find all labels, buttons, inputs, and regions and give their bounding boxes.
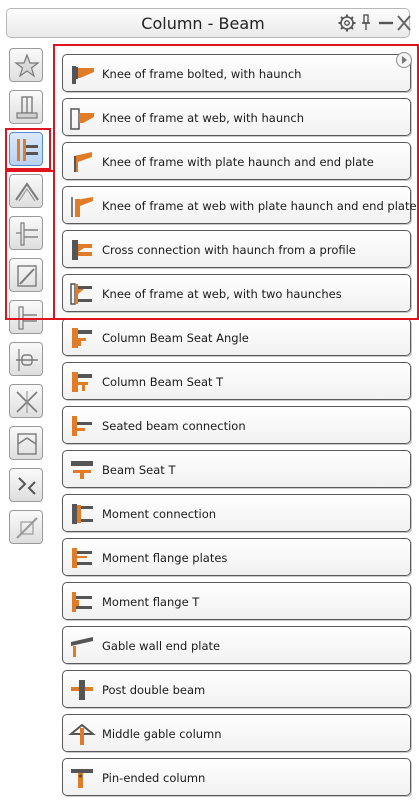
category-favorites[interactable]	[9, 48, 43, 82]
category-column-base[interactable]	[9, 90, 43, 124]
connection-item[interactable]: Knee of frame bolted, with haunch	[62, 54, 411, 92]
category-column-beam[interactable]	[9, 132, 43, 166]
frame-connection-icon	[17, 433, 37, 455]
connection-item[interactable]: Moment connection	[62, 494, 411, 532]
connection-item-label: Post double beam	[102, 683, 206, 697]
connection-item[interactable]: Cross connection with haunch from a prof…	[62, 230, 411, 268]
disabled-tools-icon	[16, 517, 38, 539]
close-icon[interactable]	[395, 13, 415, 33]
category-transform[interactable]	[9, 468, 43, 502]
connection-item[interactable]: Moment flange T	[62, 582, 411, 620]
favorites-star-icon	[14, 53, 40, 78]
connection-item-label: Knee of frame with plate haunch and end …	[102, 155, 374, 169]
cross-connection-haunch-icon	[68, 236, 96, 264]
connection-list[interactable]: Knee of frame bolted, with haunch Knee of…	[56, 44, 419, 802]
moment-flange-t-icon	[68, 588, 96, 616]
connection-item[interactable]: Gable wall end plate	[62, 626, 411, 664]
title-bar: Column - Beam	[6, 8, 411, 38]
connection-item[interactable]: Column Beam Seat T	[62, 362, 411, 400]
connection-item[interactable]: Pin-ended column	[62, 758, 411, 796]
connection-item-label: Moment flange T	[102, 595, 200, 609]
connection-item[interactable]: Beam Seat T	[62, 450, 411, 488]
connection-item-label: Middle gable column	[102, 727, 222, 741]
beam-seat-t-icon	[68, 456, 96, 484]
category-tube[interactable]	[9, 342, 43, 376]
beam-splice-icon	[16, 222, 38, 246]
moment-connection-icon	[68, 500, 96, 528]
column-base-icon	[16, 96, 38, 119]
connection-item-label: Moment flange plates	[102, 551, 228, 565]
seat-angle-icon	[68, 324, 96, 352]
category-beam-splice[interactable]	[9, 216, 43, 250]
gable-wall-end-plate-icon	[68, 632, 96, 660]
apex-icon	[15, 182, 39, 202]
connection-item[interactable]: Knee of frame at web, with haunch	[62, 98, 411, 136]
connection-item-label: Knee of frame at web with plate haunch a…	[102, 199, 417, 213]
connection-item[interactable]: Knee of frame with plate haunch and end …	[62, 142, 411, 180]
connection-item-label: Knee of frame bolted, with haunch	[102, 67, 302, 81]
knee-web-plate-haunch-icon	[68, 192, 96, 220]
knee-two-haunches-icon	[68, 280, 96, 308]
connection-item-label: Beam Seat T	[102, 463, 176, 477]
pin-icon[interactable]	[359, 13, 379, 33]
connection-item-label: Column Beam Seat Angle	[102, 331, 249, 345]
connection-item[interactable]: Moment flange plates	[62, 538, 411, 576]
connection-item[interactable]: Column Beam Seat Angle	[62, 318, 411, 356]
category-bracing[interactable]	[9, 258, 43, 292]
connection-item-label: Knee of frame at web, with haunch	[102, 111, 305, 125]
bracing-icon	[17, 265, 37, 287]
connection-item-label: Moment connection	[102, 507, 217, 521]
knee-web-haunch-icon	[68, 104, 96, 132]
category-sidebar	[6, 44, 46, 564]
transform-arrows-icon	[18, 477, 36, 495]
beam-beam-icon	[18, 306, 37, 330]
tube-connection-icon	[16, 349, 38, 371]
connection-item-label: Seated beam connection	[102, 419, 246, 433]
connection-item-label: Column Beam Seat T	[102, 375, 224, 389]
category-beam-beam[interactable]	[9, 300, 43, 334]
connection-item-label: Knee of frame at web, with two haunches	[102, 287, 342, 301]
cross-bracing-icon	[16, 391, 38, 413]
knee-plate-haunch-icon	[68, 148, 96, 176]
pin-ended-column-icon	[68, 764, 96, 792]
minimize-icon[interactable]	[377, 13, 397, 33]
connection-item[interactable]: Middle gable column	[62, 714, 411, 752]
column-beam-icon	[17, 139, 38, 161]
knee-haunch-bolted-icon	[68, 60, 96, 88]
category-cross-bracing[interactable]	[9, 384, 43, 418]
moment-flange-plates-icon	[68, 544, 96, 572]
settings-gear-icon[interactable]	[337, 13, 357, 33]
scroll-right-arrow-icon[interactable]	[396, 52, 412, 68]
connection-item[interactable]: Post double beam	[62, 670, 411, 708]
connection-item-label: Gable wall end plate	[102, 639, 221, 653]
category-disabled[interactable]	[9, 510, 43, 544]
window-title: Column - Beam	[141, 14, 265, 33]
seated-beam-icon	[68, 412, 96, 440]
connection-item-label: Cross connection with haunch from a prof…	[102, 243, 356, 257]
post-double-beam-icon	[68, 676, 96, 704]
middle-gable-column-icon	[68, 720, 96, 748]
connection-item[interactable]: Knee of frame at web with plate haunch a…	[62, 186, 417, 224]
category-frame[interactable]	[9, 426, 43, 460]
connection-item[interactable]: Knee of frame at web, with two haunches	[62, 274, 411, 312]
connection-item[interactable]: Seated beam connection	[62, 406, 411, 444]
category-apex[interactable]	[9, 174, 43, 208]
connection-item-label: Pin-ended column	[102, 771, 206, 785]
seat-t-icon	[68, 368, 96, 396]
